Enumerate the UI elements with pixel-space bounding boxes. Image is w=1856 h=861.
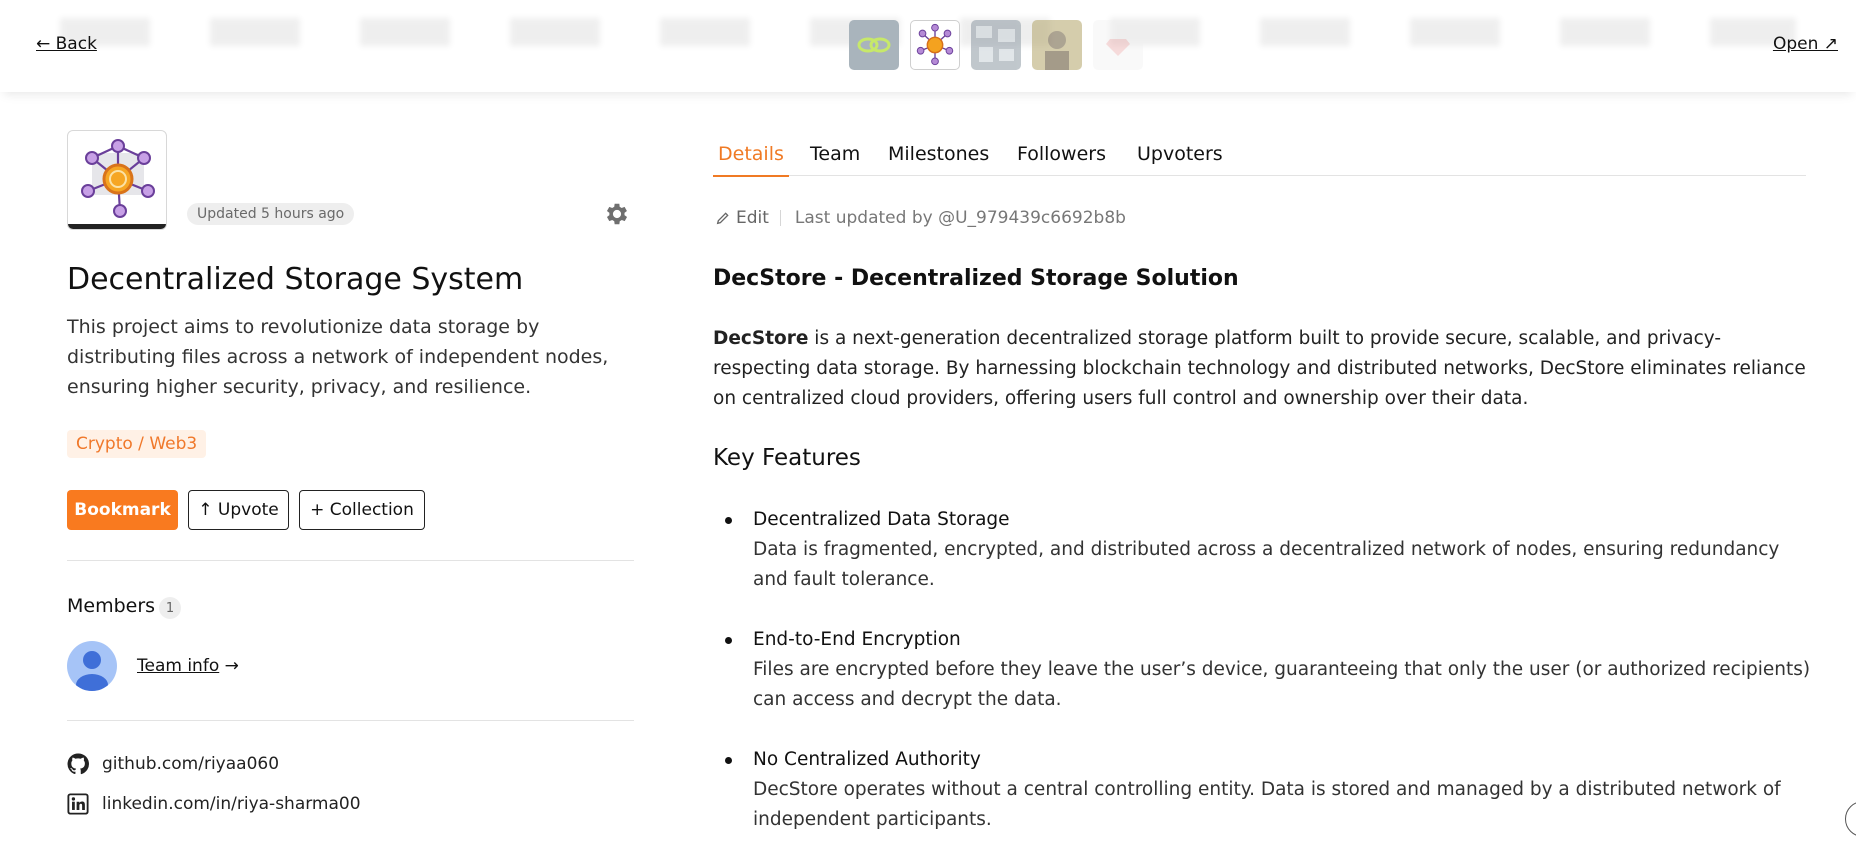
network-logo-icon — [81, 139, 155, 218]
list-item: End-to-End Encryption Files are encrypte… — [713, 625, 1813, 715]
edit-button[interactable]: Edit — [715, 208, 769, 228]
linkedin-icon — [67, 793, 89, 815]
network-icon — [916, 23, 954, 66]
gem-icon — [1106, 39, 1130, 56]
project-logo — [67, 130, 167, 230]
intro-text: is a next-generation decentralized stora… — [713, 328, 1806, 409]
project-details: DecStore - Decentralized Storage Solutio… — [713, 264, 1813, 861]
divider — [67, 560, 634, 561]
project-title: Decentralized Storage System — [67, 262, 524, 297]
project-description: This project aims to revolutionize data … — [67, 316, 609, 398]
tab-milestones[interactable]: Milestones — [883, 143, 994, 175]
list-item: No Centralized Authority DecStore operat… — [713, 745, 1813, 835]
tab-details[interactable]: Details — [713, 143, 789, 177]
upvote-button[interactable]: ↑ Upvote — [188, 490, 289, 530]
link-icon — [857, 37, 891, 53]
tab-followers[interactable]: Followers — [1012, 143, 1111, 175]
thumbnail-map-logo[interactable] — [971, 20, 1021, 70]
thumbnail-network-logo[interactable] — [910, 20, 960, 70]
features-heading: Key Features — [713, 445, 861, 471]
features-list: Decentralized Data Storage Data is fragm… — [713, 505, 1813, 835]
bookmark-button[interactable]: Bookmark — [67, 490, 178, 530]
map-icon — [976, 26, 1015, 62]
last-updated-text: Last updated by @U_979439c6692b8b — [794, 208, 1126, 228]
arrow-right-icon: → — [219, 656, 239, 676]
details-heading: DecStore - Decentralized Storage Solutio… — [713, 266, 1239, 291]
open-link[interactable]: Open ↗ — [1773, 34, 1838, 54]
thumbnail-gem-logo[interactable] — [1093, 20, 1143, 70]
project-thumbnail-strip — [849, 20, 1143, 70]
github-link[interactable]: github.com/riyaa060 — [67, 753, 279, 775]
back-link[interactable]: ← Back — [36, 34, 97, 54]
edit-label: Edit — [736, 208, 769, 228]
divider — [67, 720, 634, 721]
feature-description: DecStore operates without a central cont… — [753, 779, 1781, 830]
tab-upvoters[interactable]: Upvoters — [1132, 143, 1228, 175]
separator — [779, 210, 781, 226]
feature-description: Files are encrypted before they leave th… — [753, 659, 1811, 710]
list-item: Decentralized Data Storage Data is fragm… — [713, 505, 1813, 595]
edit-row: Edit Last updated by @U_979439c6692b8b — [715, 208, 1126, 228]
pencil-icon — [716, 212, 729, 225]
tab-team[interactable]: Team — [805, 143, 865, 175]
team-info-label: Team info — [137, 656, 220, 676]
gear-icon[interactable] — [603, 200, 631, 228]
intro-paragraph: DecStore is a next-generation decentrali… — [713, 324, 1813, 414]
thumbnail-link-logo[interactable] — [849, 20, 899, 70]
floating-action-button[interactable] — [1845, 801, 1856, 837]
updated-badge: Updated 5 hours ago — [187, 203, 355, 225]
linkedin-link-label: linkedin.com/in/riya-sharma00 — [102, 794, 361, 814]
user-avatar-icon — [76, 651, 108, 691]
team-info-link[interactable]: Team info → — [137, 656, 239, 676]
github-icon — [67, 753, 89, 775]
feature-title: End-to-End Encryption — [753, 629, 961, 650]
top-bar: ← Back Open ↗ — [0, 0, 1856, 92]
portrait-icon — [1045, 31, 1069, 70]
intro-brand: DecStore — [713, 328, 809, 349]
feature-description: Data is fragmented, encrypted, and distr… — [753, 539, 1780, 590]
add-to-collection-button[interactable]: + Collection — [299, 490, 425, 530]
github-link-label: github.com/riyaa060 — [102, 754, 280, 774]
feature-title: No Centralized Authority — [753, 749, 981, 770]
category-tag[interactable]: Crypto / Web3 — [67, 430, 207, 458]
thumbnail-portrait-logo[interactable] — [1032, 20, 1082, 70]
tab-bar: Details Team Milestones Followers Upvote… — [713, 140, 1806, 177]
members-count-badge: 1 — [159, 597, 181, 619]
linkedin-link[interactable]: linkedin.com/in/riya-sharma00 — [67, 793, 361, 815]
feature-title: Decentralized Data Storage — [753, 509, 1010, 530]
avatar[interactable] — [67, 641, 117, 691]
members-heading: Members — [67, 595, 156, 617]
